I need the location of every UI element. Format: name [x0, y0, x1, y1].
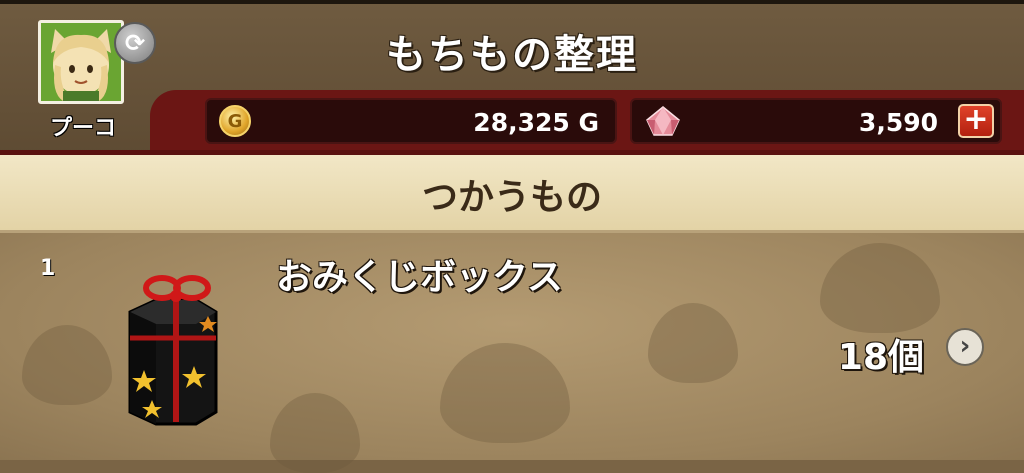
background-slime-decoration — [270, 393, 360, 473]
background-slime-decoration — [648, 303, 738, 383]
category-title: つかうもの — [421, 177, 602, 218]
background-slime-decoration — [440, 343, 570, 443]
item-quantity: 18個 — [837, 337, 924, 378]
chevron-right-icon[interactable]: › — [946, 328, 984, 366]
gold-amount: 28,325 G — [473, 108, 599, 137]
page-title: もちもの整理 — [386, 32, 638, 78]
gem-icon — [646, 106, 680, 136]
item-name: おみくじボックス — [276, 257, 563, 298]
gold-display: G 28,325 G — [205, 98, 617, 144]
player-name: プーコ — [49, 116, 116, 141]
item-index: 1 — [40, 256, 56, 281]
gem-amount: 3,590 — [858, 108, 938, 137]
background-slime-decoration — [820, 243, 940, 333]
add-gems-button[interactable]: + — [958, 104, 994, 138]
gem-display: 3,590 + — [630, 98, 1002, 144]
background-slime-decoration — [22, 325, 112, 405]
gold-coin-icon: G — [219, 105, 251, 137]
gift-box-icon — [128, 275, 218, 426]
